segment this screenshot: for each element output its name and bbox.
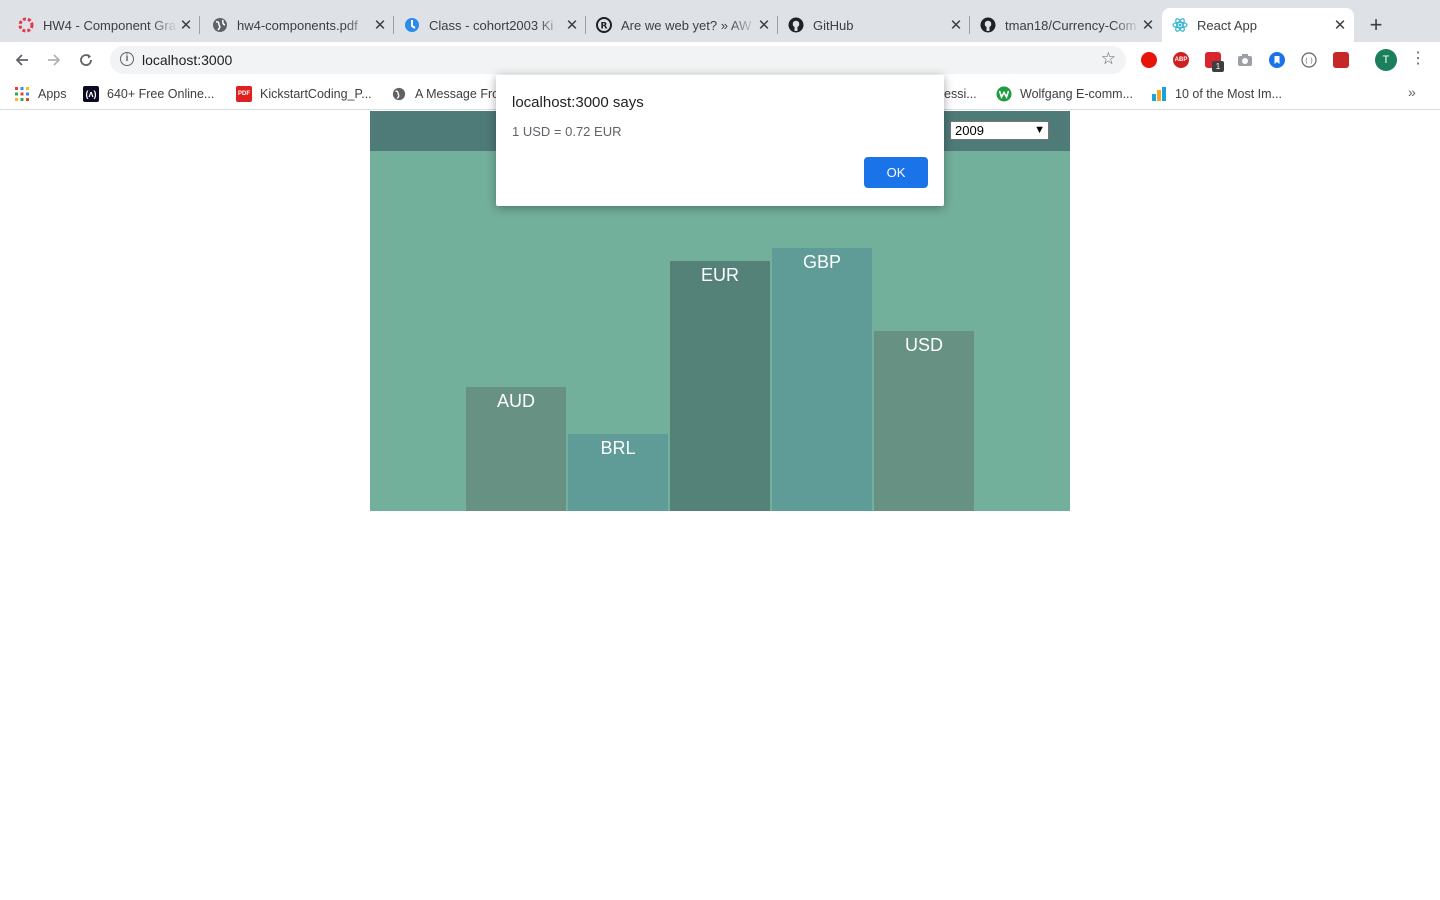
- wolfgang-icon: [996, 86, 1012, 102]
- bookmark-freecodecamp[interactable]: (ʌ) 640+ Free Online...: [83, 85, 214, 103]
- tab-hw4-component[interactable]: HW4 - Component Gra ✕: [0, 8, 200, 42]
- bookmark-label: 640+ Free Online...: [107, 87, 215, 101]
- info-icon[interactable]: i: [120, 52, 134, 66]
- url-text[interactable]: localhost:3000: [142, 52, 232, 68]
- bar-label: EUR: [700, 265, 739, 285]
- react-icon: [1172, 17, 1188, 33]
- freecodecamp-icon: (ʌ): [83, 86, 99, 102]
- tab-github[interactable]: GitHub ✕: [770, 8, 970, 42]
- chevron-down-icon: ▼: [1034, 124, 1045, 136]
- adblock-icon[interactable]: ABP: [1173, 52, 1189, 68]
- forward-arrow-icon: [48, 54, 61, 66]
- globe-icon: [212, 17, 228, 33]
- bar-aud[interactable]: AUD: [466, 387, 566, 511]
- bookmark-label: Wolfgang E-comm...: [1020, 87, 1134, 101]
- tab-title: hw4-components.pdf: [237, 17, 358, 33]
- tab-hw4-pdf[interactable]: hw4-components.pdf ✕: [194, 8, 394, 42]
- svg-text:R: R: [601, 22, 608, 32]
- bookmarks-overflow-icon[interactable]: »: [1408, 84, 1416, 100]
- back-button[interactable]: [10, 48, 34, 72]
- bookmark-label: KickstartCoding_P...: [260, 87, 372, 101]
- bookmark-wolfgang[interactable]: Wolfgang E-comm...: [996, 85, 1133, 103]
- bookmark-hidden-partial[interactable]: essi...: [944, 85, 977, 103]
- extension-badge-icon[interactable]: 1: [1205, 52, 1224, 72]
- bookmark-label: A Message Fro: [415, 87, 500, 101]
- bookmark-message[interactable]: A Message Fro: [391, 85, 499, 103]
- extension-badge-count: 1: [1212, 61, 1224, 72]
- bookmark-apps[interactable]: Apps: [14, 85, 67, 103]
- kickstart-icon: [18, 17, 34, 33]
- ok-button[interactable]: OK: [864, 157, 928, 188]
- alert-dialog: localhost:3000 says 1 USD = 0.72 EUR OK: [496, 75, 944, 206]
- bar-label: BRL: [600, 438, 636, 458]
- close-icon[interactable]: ✕: [1140, 17, 1156, 34]
- browser-toolbar: i localhost:3000 ☆ ABP 1 ( ) T ⋮: [0, 42, 1440, 78]
- bar-eur[interactable]: EUR: [670, 261, 770, 511]
- bar-brl[interactable]: BRL: [568, 434, 668, 511]
- tab-title: Class - cohort2003 Ki: [429, 17, 554, 33]
- tab-currency-com[interactable]: tman18/Currency-Com ✕: [962, 8, 1162, 42]
- forward-button[interactable]: [42, 48, 66, 72]
- bookmark-label: essi...: [944, 87, 977, 101]
- dialog-title: localhost:3000 says: [512, 94, 644, 111]
- globe-icon: [391, 86, 407, 102]
- back-arrow-icon: [15, 54, 28, 66]
- bar-usd[interactable]: USD: [874, 331, 974, 511]
- address-bar[interactable]: i localhost:3000 ☆: [110, 46, 1126, 74]
- pdf-icon: PDF: [236, 86, 252, 102]
- bookmark-label: Apps: [38, 87, 67, 101]
- chart-icon: [1151, 86, 1167, 102]
- tab-react-app[interactable]: React App ✕: [1162, 8, 1354, 42]
- apps-grid-icon: [14, 86, 30, 102]
- tab-title: GitHub: [813, 17, 854, 33]
- puzzle-extension-icon[interactable]: [1333, 52, 1349, 68]
- tab-title: tman18/Currency-Com: [1005, 17, 1137, 33]
- new-tab-button[interactable]: +: [1364, 14, 1388, 38]
- extension-hand-icon[interactable]: [1141, 52, 1157, 68]
- year-select[interactable]: 2009 ▼: [950, 121, 1049, 140]
- year-select-value: 2009: [955, 123, 984, 138]
- bookmark-extension-icon[interactable]: [1269, 52, 1285, 68]
- bar-label: GBP: [802, 252, 841, 272]
- profile-avatar[interactable]: T: [1375, 49, 1397, 71]
- kickstart-blue-icon: [404, 17, 420, 33]
- bookmark-ten-most[interactable]: 10 of the Most Im...: [1151, 85, 1282, 103]
- bar-gbp[interactable]: GBP: [772, 248, 872, 511]
- bookmark-label: 10 of the Most Im...: [1175, 87, 1282, 101]
- github-icon: [788, 17, 804, 33]
- tab-strip: HW4 - Component Gra ✕ hw4-components.pdf…: [0, 0, 1440, 42]
- close-icon[interactable]: ✕: [1332, 17, 1348, 34]
- bookmark-star-icon[interactable]: ☆: [1101, 49, 1116, 69]
- tab-title: React App: [1197, 17, 1257, 33]
- tab-title: Are we web yet? » AW: [621, 17, 752, 33]
- bar-label: AUD: [496, 391, 535, 411]
- tab-class-cohort[interactable]: Class - cohort2003 Ki ✕: [386, 8, 586, 42]
- dialog-message: 1 USD = 0.72 EUR: [512, 124, 622, 139]
- tab-title: HW4 - Component Gra: [43, 17, 176, 33]
- reload-icon: [80, 54, 92, 66]
- rust-icon: R: [596, 17, 612, 33]
- github-icon: [980, 17, 996, 33]
- svg-text:( ): ( ): [1305, 57, 1313, 65]
- camera-icon[interactable]: [1237, 52, 1253, 68]
- bookmark-kickstart-pdf[interactable]: PDF KickstartCoding_P...: [236, 85, 372, 103]
- reload-button[interactable]: [74, 48, 98, 72]
- close-icon[interactable]: ✕: [178, 17, 194, 34]
- tab-are-we-web-yet[interactable]: R Are we web yet? » AW ✕: [578, 8, 778, 42]
- code-extension-icon[interactable]: ( ): [1301, 52, 1317, 68]
- bar-label: USD: [904, 335, 943, 355]
- menu-kebab-icon[interactable]: ⋮: [1410, 48, 1426, 72]
